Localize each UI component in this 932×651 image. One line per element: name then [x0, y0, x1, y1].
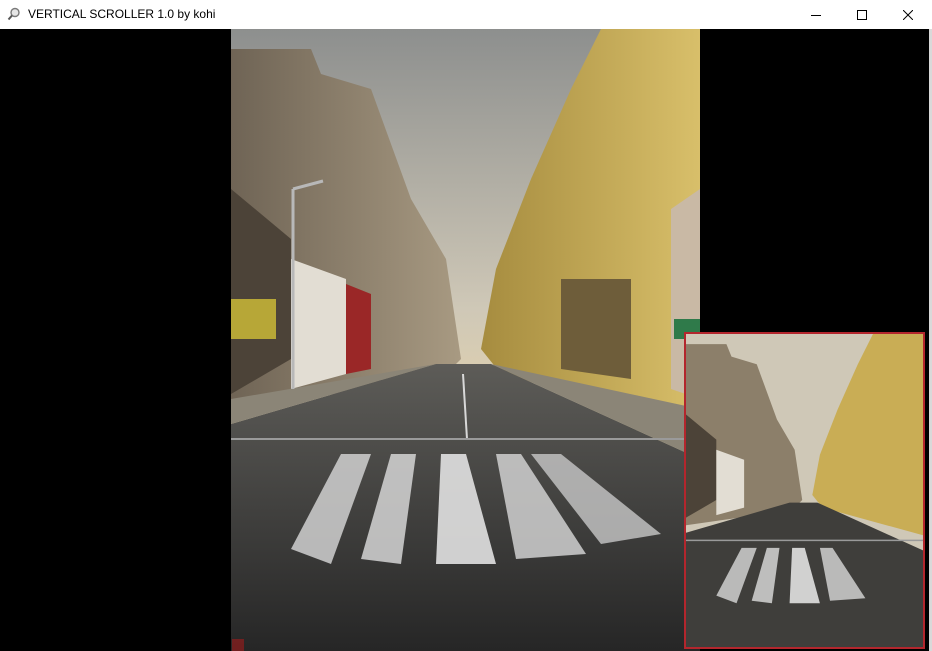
main-image-view[interactable]: [231, 29, 700, 651]
thumbnail-preview[interactable]: [684, 332, 925, 649]
city-street-thumbnail: [686, 334, 923, 647]
window-title: VERTICAL SCROLLER 1.0 by kohi: [28, 7, 216, 21]
minimize-icon: [811, 14, 821, 16]
corner-marker: [232, 639, 244, 651]
close-icon: [903, 9, 913, 20]
viewer-canvas[interactable]: [0, 29, 929, 651]
maximize-button[interactable]: [839, 0, 885, 29]
title-bar[interactable]: VERTICAL SCROLLER 1.0 by kohi: [0, 0, 932, 29]
city-street-photo: [231, 29, 700, 651]
minimize-button[interactable]: [793, 0, 839, 29]
magnifier-icon: [7, 7, 21, 21]
close-button[interactable]: [885, 0, 931, 29]
maximize-icon: [857, 9, 867, 20]
